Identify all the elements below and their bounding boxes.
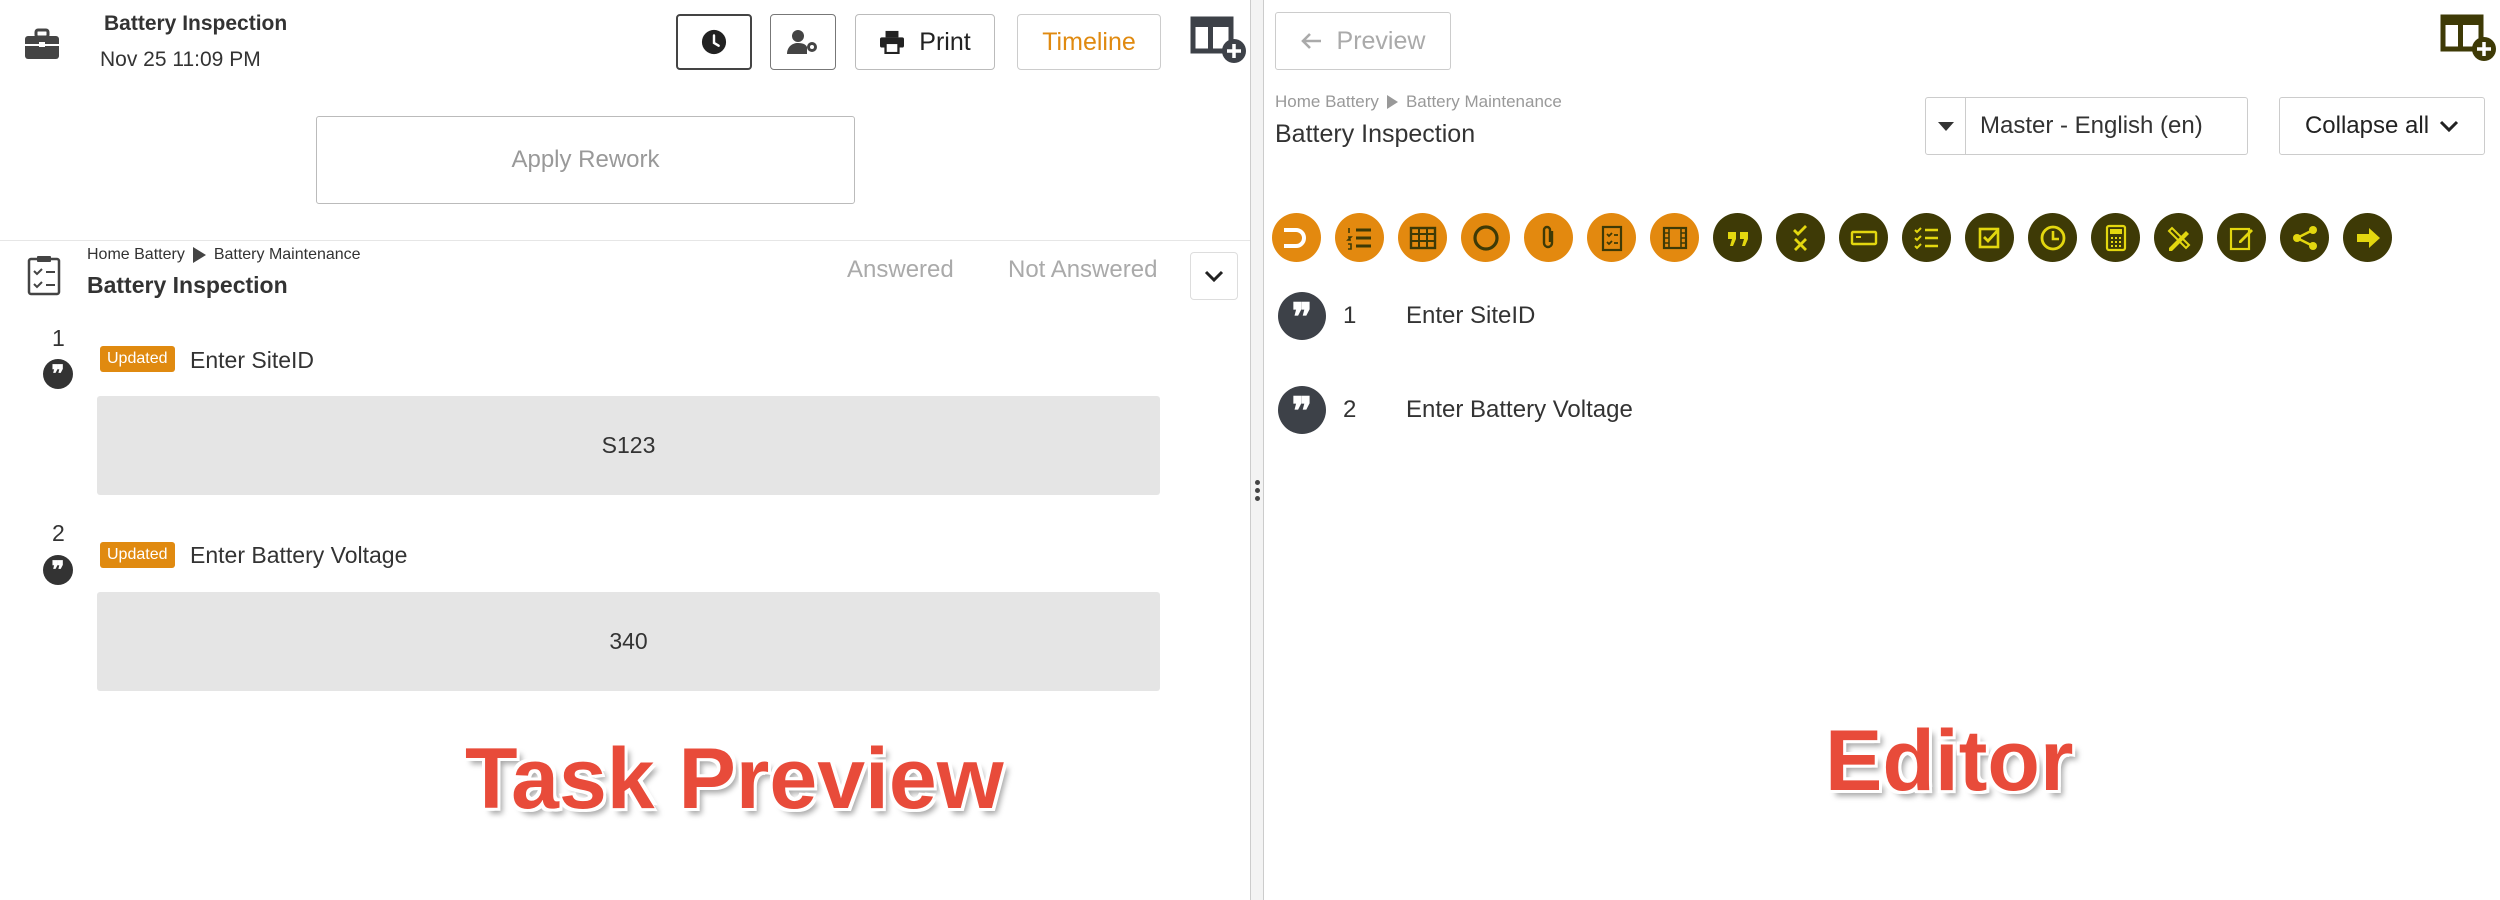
layout-add-icon[interactable] [2440,14,2500,64]
clock-icon [701,29,727,55]
quote-icon: ❞ [43,359,73,389]
editor-item[interactable]: ❞ 2 Enter Battery Voltage [1278,386,1633,434]
breadcrumb-separator-icon [192,247,206,263]
apply-rework-button[interactable]: Apply Rework [316,116,855,204]
updated-badge: Updated [100,346,175,372]
filter-not-answered[interactable]: Not Answered [1008,256,1157,284]
editor-breadcrumb: Home Battery Battery Maintenance [1275,92,1562,112]
timeline-button[interactable]: Timeline [1017,14,1161,70]
layout-add-icon[interactable] [1190,16,1250,66]
editor-item-number: 2 [1343,396,1357,423]
print-label: Print [919,27,971,56]
filter-answered[interactable]: Answered [847,256,954,284]
editor-item[interactable]: ❞ 1 Enter SiteID [1278,292,1535,340]
question-type-palette [1272,213,2392,262]
question-label: Enter SiteID [190,347,314,373]
table-icon[interactable] [1398,213,1447,262]
checklist-doc-icon[interactable] [1587,213,1636,262]
pane-splitter[interactable] [1250,0,1264,900]
breadcrumb: Home Battery Battery Maintenance [87,246,361,264]
printer-icon [880,30,905,54]
numbered-list-icon[interactable] [1335,213,1384,262]
multi-check-icon[interactable] [1902,213,1951,262]
breadcrumb-item[interactable]: Battery Maintenance [1406,92,1562,112]
collapse-all-button[interactable]: Collapse all [2279,97,2485,155]
checklist-icon [26,254,62,296]
chevron-down-icon [1204,270,1224,283]
task-title: Battery Inspection [104,12,288,35]
editor-title: Battery Inspection [1275,120,1476,148]
film-icon[interactable] [1650,213,1699,262]
quote-icon: ❞ [43,555,73,585]
calculator-icon[interactable] [2091,213,2140,262]
editor-item-label: Enter Battery Voltage [1406,396,1633,423]
question-number: 1 [52,325,65,351]
editor-item-label: Enter SiteID [1406,302,1536,329]
language-value: Master - English (en) [1980,112,2203,139]
expand-section-button[interactable] [1190,252,1238,300]
splitter-grip-icon[interactable] [1255,480,1260,501]
updated-badge: Updated [100,542,175,568]
task-date: Nov 25 11:09 PM [100,48,261,71]
chevron-down-icon [2439,120,2459,133]
answer-field[interactable]: S123 [97,396,1160,495]
breadcrumb-item[interactable]: Battery Maintenance [214,246,361,264]
arrow-left-icon [1300,33,1321,49]
assign-user-button[interactable] [770,14,836,70]
task-preview-pane: Battery Inspection Nov 25 11:09 PM Print… [0,0,1250,900]
question-number: 2 [52,520,65,546]
input-field-icon[interactable] [1839,213,1888,262]
breadcrumb-item[interactable]: Home Battery [87,246,185,264]
briefcase-icon [22,24,62,64]
circle-icon[interactable] [1461,213,1510,262]
share-icon[interactable] [2280,213,2329,262]
breadcrumb-separator-icon [1386,95,1398,109]
answer-field[interactable]: 340 [97,592,1160,691]
quote-icon[interactable] [1713,213,1762,262]
pencil-ruler-icon[interactable] [2154,213,2203,262]
preview-button[interactable]: Preview [1275,12,1451,70]
section-divider [0,240,1250,241]
attachment-icon[interactable] [1524,213,1573,262]
language-select[interactable]: Master - English (en) [1925,97,2248,155]
history-button[interactable] [676,14,752,70]
checkbox-icon[interactable] [1965,213,2014,262]
arrow-right-icon[interactable] [2343,213,2392,262]
caret-down-icon[interactable] [1926,98,1966,154]
check-cross-icon[interactable] [1776,213,1825,262]
quote-icon: ❞ [1278,386,1326,434]
breadcrumb-item[interactable]: Home Battery [1275,92,1379,112]
editor-overlay-label: Editor [1825,713,2074,809]
clock-icon[interactable] [2028,213,2077,262]
preview-label: Preview [1336,26,1426,55]
signature-icon[interactable] [2217,213,2266,262]
section-title: Battery Inspection [87,272,288,298]
question-label: Enter Battery Voltage [190,542,408,568]
collapse-all-label: Collapse all [2304,112,2430,139]
quote-icon: ❞ [1278,292,1326,340]
task-preview-overlay-label: Task Preview [465,731,1004,827]
editor-item-number: 1 [1343,302,1357,329]
user-gear-icon [787,30,817,54]
toggle-icon[interactable] [1272,213,1321,262]
print-button[interactable]: Print [855,14,995,70]
